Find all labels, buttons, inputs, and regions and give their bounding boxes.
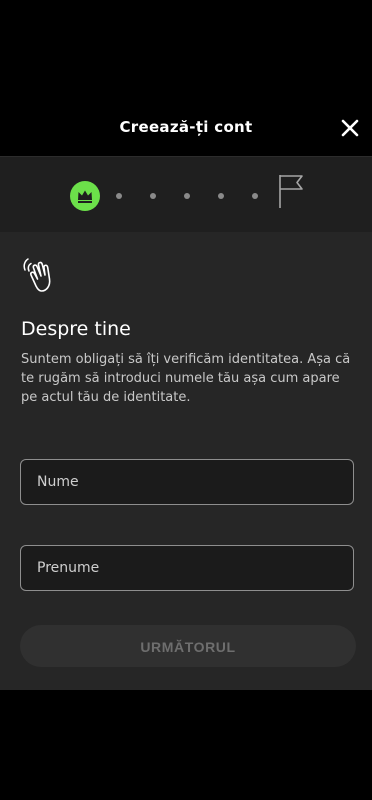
about-you-form: Despre tine Suntem obligați să îți verif… — [0, 232, 372, 690]
next-button[interactable]: URMĂTORUL — [20, 625, 356, 667]
page-title: Creează-ți cont — [119, 118, 253, 136]
first-name-input[interactable] — [21, 546, 353, 590]
app-header: Creează-ți cont — [0, 0, 372, 156]
last-name-input[interactable] — [21, 460, 353, 504]
close-button[interactable] — [338, 116, 362, 140]
flag-icon — [279, 175, 303, 208]
section-description: Suntem obligați să îți verificăm identit… — [21, 352, 351, 405]
step-dot — [184, 193, 190, 199]
step-dot — [116, 193, 122, 199]
last-name-field[interactable] — [20, 459, 354, 505]
section-title: Despre tine — [21, 318, 131, 340]
step-current — [70, 181, 100, 211]
step-dot — [218, 193, 224, 199]
progress-stepper — [0, 156, 372, 233]
first-name-field[interactable] — [20, 545, 354, 591]
step-dot — [150, 193, 156, 199]
step-dot — [252, 193, 258, 199]
close-icon — [341, 119, 359, 137]
crown-icon — [78, 190, 92, 203]
waving-hand-icon — [23, 258, 51, 292]
